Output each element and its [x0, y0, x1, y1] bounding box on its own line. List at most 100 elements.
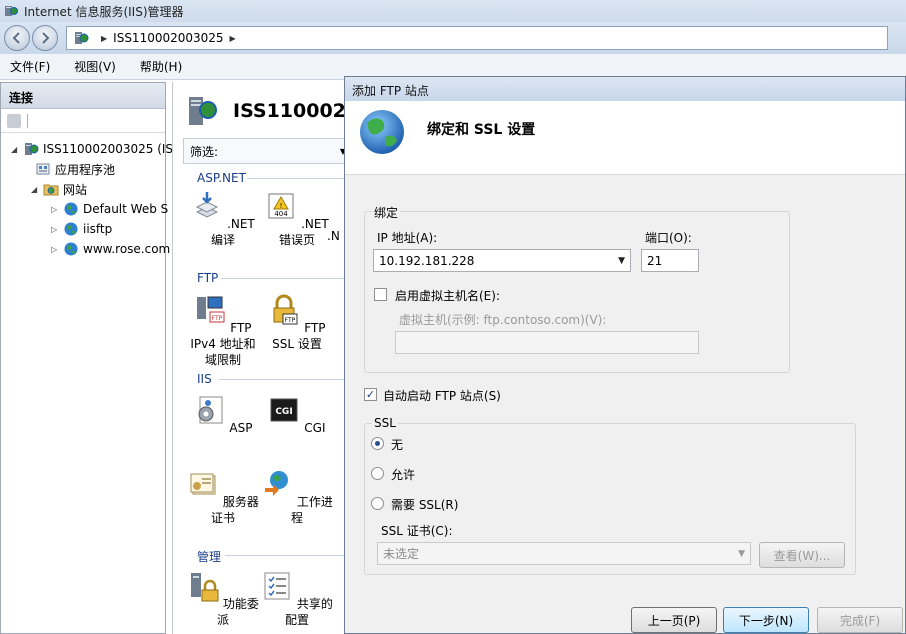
- group-ftp: FTP: [197, 271, 357, 285]
- binding-legend: 绑定: [372, 204, 401, 221]
- features-panel: ISS1100020 筛选: ▼ ASP.NET .NET 编译 ! 404 .N…: [172, 82, 359, 634]
- svg-text:!: !: [280, 202, 283, 210]
- breadcrumb-arrow-icon[interactable]: ▶: [230, 34, 236, 43]
- certificate-icon: [190, 473, 216, 495]
- feature-label: 服务器证书: [210, 495, 259, 525]
- ssl-cert-combobox[interactable]: 未选定 ▼: [377, 542, 751, 565]
- virtual-host-input[interactable]: [395, 331, 699, 354]
- feature-shared-configuration[interactable]: 共享的配置: [259, 570, 335, 628]
- tree-item-www-rose-com[interactable]: ▷ www.rose.com: [51, 239, 170, 259]
- tree-item-iisftp[interactable]: ▷ iisftp: [51, 219, 112, 239]
- ip-address-combobox[interactable]: 10.192.181.228 ▼: [373, 249, 631, 272]
- virtual-host-checkbox-label[interactable]: 启用虚拟主机名(E):: [395, 287, 500, 304]
- feature-worker-processes[interactable]: 工作进程: [259, 468, 335, 526]
- finish-button[interactable]: 完成(F): [817, 607, 903, 633]
- autostart-checkbox[interactable]: [364, 388, 377, 401]
- port-input[interactable]: 21: [641, 249, 699, 272]
- back-button[interactable]: [4, 25, 30, 51]
- expand-icon[interactable]: ▷: [51, 225, 61, 234]
- group-iis: IIS: [197, 372, 357, 386]
- feature-delegation-icon: [191, 573, 219, 602]
- ssl-allow-radio[interactable]: [371, 467, 384, 480]
- connect-icon[interactable]: [7, 113, 21, 128]
- ssl-legend: SSL: [372, 416, 398, 430]
- toolbar-separator: [27, 113, 28, 128]
- tree-item-app-pools[interactable]: 应用程序池: [35, 159, 115, 179]
- feature-label: 功能委派: [216, 597, 259, 627]
- ssl-require-label[interactable]: 需要 SSL(R): [391, 496, 458, 513]
- globe-icon: [360, 110, 404, 154]
- chevron-down-icon[interactable]: ▼: [738, 549, 745, 559]
- tree-item-server[interactable]: ◢ ISS110002003025 (IS: [11, 139, 173, 159]
- group-aspnet: ASP.NET: [197, 171, 357, 185]
- feature-label: FTP IPv4 地址和域限制: [190, 321, 256, 367]
- tree-item-label: ISS110002003025 (IS: [43, 142, 174, 156]
- ssl-none-label[interactable]: 无: [391, 436, 403, 453]
- feature-ftp-ssl-settings[interactable]: FTP FTP SSL 设置: [259, 294, 335, 352]
- view-certificate-button[interactable]: 查看(W)...: [759, 542, 845, 568]
- menu-help[interactable]: 帮助(H): [140, 58, 182, 75]
- feature-net-compilation[interactable]: .NET 编译: [185, 190, 261, 248]
- filter-box[interactable]: 筛选: ▼: [183, 138, 353, 164]
- collapse-icon[interactable]: ◢: [31, 185, 41, 194]
- asp-gear-icon: [198, 396, 223, 424]
- menu-view[interactable]: 视图(V): [74, 58, 116, 75]
- tree-item-sites[interactable]: ◢ 网站: [31, 179, 87, 199]
- expand-icon[interactable]: ▷: [51, 245, 61, 254]
- connections-panel: 连接 ◢ ISS110002003025 (IS 应用程序池 ◢ 网站 ▷ De…: [0, 82, 173, 634]
- address-path[interactable]: ISS110002003025: [113, 31, 223, 45]
- forward-arrow-icon: [42, 32, 50, 44]
- ip-address-value: 10.192.181.228: [379, 253, 475, 268]
- ssl-none-radio[interactable]: [371, 437, 384, 450]
- worker-process-icon: [265, 471, 289, 496]
- ftp-ssl-lock-icon: FTP: [273, 294, 298, 325]
- previous-button[interactable]: 上一页(P): [631, 607, 717, 633]
- tree-item-label: Default Web S: [83, 202, 169, 216]
- dialog-title: 添加 FTP 站点: [345, 77, 905, 101]
- page-title: ISS1100020: [233, 100, 360, 122]
- chevron-down-icon[interactable]: ▼: [618, 256, 625, 266]
- ftp-ipv4-icon: FTP: [197, 296, 225, 323]
- ssl-allow-label[interactable]: 允许: [391, 466, 415, 483]
- feature-label: 工作进程: [290, 495, 333, 525]
- svg-text:CGI: CGI: [276, 407, 293, 417]
- feature-asp[interactable]: ASP: [185, 394, 261, 436]
- port-value: 21: [647, 253, 663, 268]
- feature-label: 共享的配置: [284, 597, 333, 627]
- feature-delegation[interactable]: 功能委派: [185, 570, 261, 628]
- feature-server-certificates[interactable]: 服务器证书: [185, 468, 261, 526]
- globe-icon: [64, 242, 78, 256]
- expand-icon[interactable]: ▷: [51, 205, 61, 214]
- tree-item-label: 应用程序池: [55, 162, 116, 177]
- forward-button[interactable]: [32, 25, 58, 51]
- address-bar[interactable]: ▶ ISS110002003025 ▶: [66, 26, 888, 50]
- filter-label: 筛选:: [190, 144, 219, 159]
- port-label: 端口(O):: [645, 231, 692, 245]
- globe-icon: [64, 202, 78, 216]
- tree-item-label: iisftp: [83, 222, 113, 236]
- group-label: FTP: [197, 271, 219, 285]
- feature-ftp-ipv4-restrictions[interactable]: FTP FTP IPv4 地址和域限制: [185, 294, 261, 368]
- ssl-cert-label: SSL 证书(C):: [381, 524, 453, 538]
- error-page-icon: !404: [268, 193, 294, 219]
- tree-item-label: www.rose.com: [83, 242, 171, 256]
- group-label: ASP.NET: [197, 171, 246, 185]
- collapse-icon[interactable]: ◢: [11, 145, 21, 154]
- tree-item-label: 网站: [63, 182, 88, 197]
- breadcrumb-arrow-icon[interactable]: ▶: [101, 34, 107, 43]
- dialog-page-heading: 绑定和 SSL 设置: [427, 122, 536, 138]
- next-button[interactable]: 下一步(N): [723, 607, 809, 633]
- features-title: ISS1100020: [185, 94, 359, 128]
- menu-file[interactable]: 文件(F): [10, 58, 50, 75]
- tree-item-default-web-site[interactable]: ▷ Default Web S: [51, 199, 168, 219]
- group-label: IIS: [197, 372, 212, 386]
- virtual-host-checkbox[interactable]: [374, 288, 387, 301]
- autostart-label[interactable]: 自动启动 FTP 站点(S): [383, 387, 501, 404]
- feature-net-error-pages[interactable]: ! 404 .NET 错误页: [259, 190, 335, 248]
- window-title: Internet 信息服务(IIS)管理器: [24, 4, 184, 19]
- ip-address-label: IP 地址(A):: [377, 231, 438, 245]
- connections-toolbar: [1, 109, 165, 133]
- ssl-require-radio[interactable]: [371, 497, 384, 510]
- virtual-host-label: 虚拟主机(示例: ftp.contoso.com)(V):: [399, 313, 607, 327]
- feature-cgi[interactable]: CGI CGI: [259, 394, 335, 436]
